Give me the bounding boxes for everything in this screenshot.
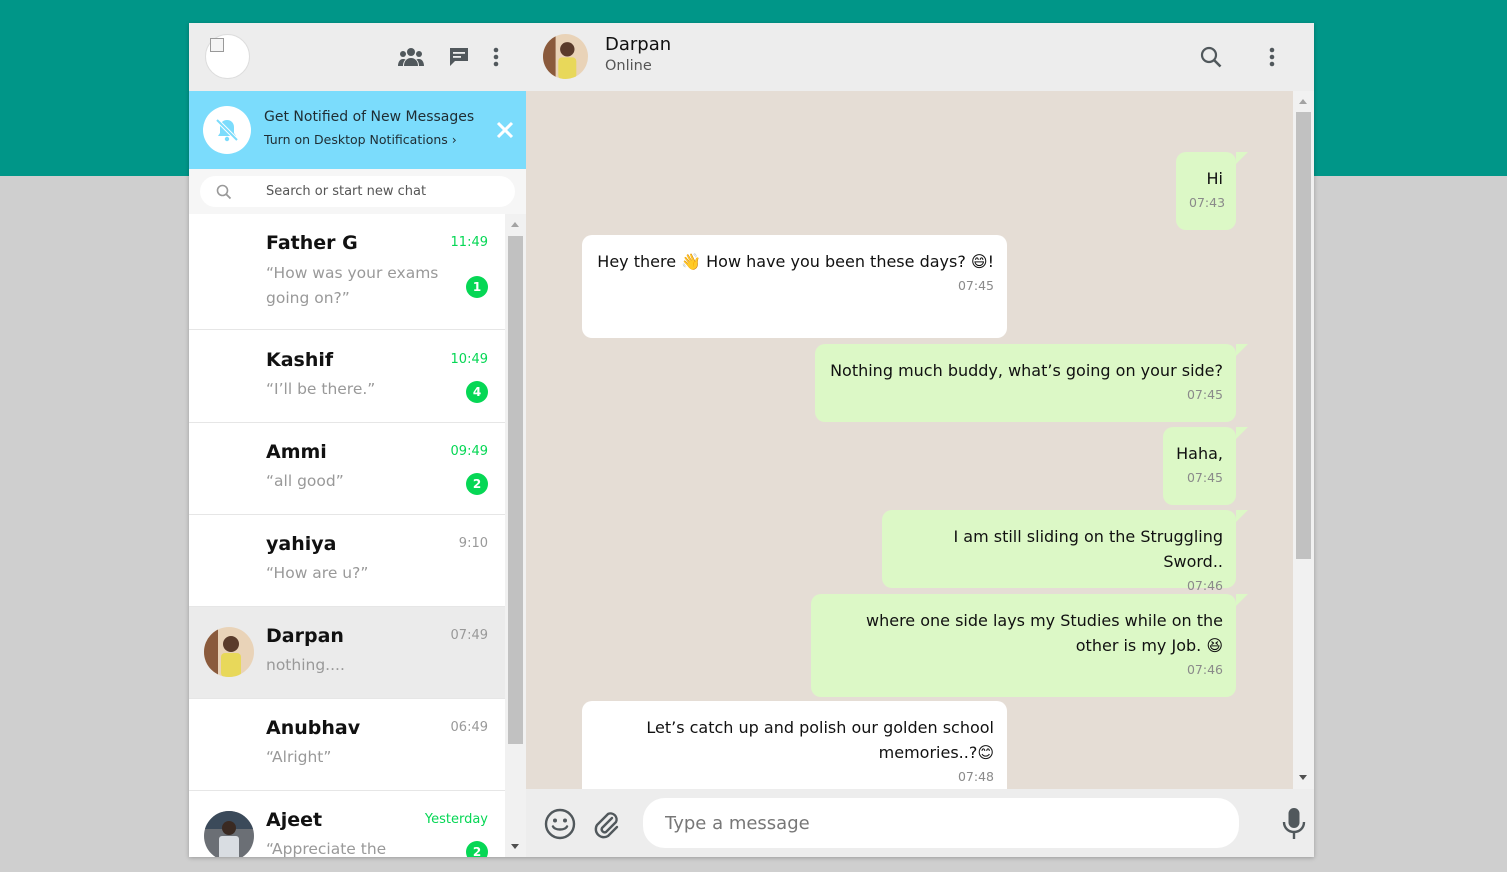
contact-status: Online	[605, 58, 652, 74]
chat-item-ammi[interactable]: Ammi 09:49 “all good” 2	[189, 423, 505, 515]
chat-time: Yesterday	[424, 812, 488, 827]
scroll-down-icon[interactable]	[511, 844, 519, 849]
message-text: Let’s catch up and polish our golden sch…	[646, 718, 994, 762]
unread-badge: 2	[466, 473, 488, 495]
community-icon[interactable]	[397, 43, 425, 71]
message-text: where one side lays my Studies while on …	[866, 611, 1223, 655]
message-text: Nothing much buddy, what’s going on your…	[830, 361, 1223, 380]
contact-name[interactable]: Darpan	[605, 34, 671, 55]
unread-badge: 2	[466, 841, 488, 857]
search-bar	[189, 169, 526, 214]
message-time: 07:46	[1186, 662, 1223, 677]
microphone-icon[interactable]	[1277, 807, 1311, 841]
chat-last-message: “all good”	[266, 472, 344, 490]
chat-name: Ajeet	[266, 809, 323, 831]
message-time: 07:43	[1189, 195, 1226, 210]
chat-time: 07:49	[450, 628, 488, 643]
chat-time: 11:49	[450, 235, 488, 250]
scroll-up-icon[interactable]	[1299, 99, 1307, 104]
unread-badge: 1	[466, 276, 488, 298]
sidebar: Get Notified of New Messages Turn on Des…	[189, 23, 526, 857]
new-chat-icon[interactable]	[445, 43, 473, 71]
chat-name: Kashif	[266, 349, 334, 371]
message-input-box	[643, 798, 1239, 848]
conversation-header: Darpan Online	[526, 23, 1314, 91]
chat-name: Darpan	[266, 625, 344, 647]
chat-item-anubhav[interactable]: Anubhav 06:49 “Alright”	[189, 699, 505, 791]
message-input[interactable]	[665, 798, 1225, 848]
my-avatar[interactable]	[205, 34, 250, 79]
chat-last-message: “Appreciate the mome..”	[266, 840, 387, 857]
message-bubble-outgoing: Nothing much buddy, what’s going on your…	[815, 344, 1248, 422]
chat-item-darpan[interactable]: Darpan 07:49 nothing....	[189, 607, 505, 699]
scroll-up-icon[interactable]	[511, 222, 519, 227]
close-icon[interactable]	[494, 119, 516, 141]
chat-list-scrollbar[interactable]	[505, 214, 526, 857]
chat-last-message: nothing....	[266, 656, 345, 674]
message-time: 07:45	[1186, 470, 1223, 485]
notification-banner: Get Notified of New Messages Turn on Des…	[189, 91, 526, 169]
scroll-down-icon[interactable]	[1299, 775, 1307, 780]
chat-time: 06:49	[450, 720, 488, 735]
search-icon[interactable]	[1197, 43, 1225, 71]
scrollbar-thumb[interactable]	[508, 236, 523, 744]
contact-avatar[interactable]	[543, 34, 588, 79]
message-bubble-outgoing: Hi 07:43	[1176, 152, 1248, 230]
whatsapp-window: Get Notified of New Messages Turn on Des…	[189, 23, 1314, 857]
attach-icon[interactable]	[589, 807, 623, 841]
scrollbar-thumb[interactable]	[1296, 112, 1311, 559]
message-bubble-incoming: Let’s catch up and polish our golden sch…	[582, 701, 1007, 789]
message-bubble-outgoing: I am still sliding on the Struggling Swo…	[882, 510, 1248, 593]
chat-item-ajeet[interactable]: Ajeet Yesterday “Appreciate the mome..” …	[189, 791, 505, 857]
chat-name: Anubhav	[266, 717, 361, 739]
menu-icon[interactable]	[1258, 43, 1286, 71]
message-bubble-incoming: Hey there 👋 How have you been these days…	[582, 235, 1007, 338]
message-area: Hi 07:43 Hey there 👋 How have you been t…	[526, 91, 1293, 789]
notification-title: Get Notified of New Messages	[264, 109, 475, 125]
message-bubble-outgoing: Haha, 07:45	[1163, 427, 1248, 505]
notification-link[interactable]: Turn on Desktop Notifications ›	[264, 132, 457, 147]
menu-icon[interactable]	[482, 43, 510, 71]
chat-list: Father G 11:49 “How was your exams going…	[189, 214, 505, 857]
chat-item-father-g[interactable]: Father G 11:49 “How was your exams going…	[189, 214, 505, 330]
message-area-scrollbar[interactable]	[1293, 91, 1314, 789]
chat-item-kashif[interactable]: Kashif 10:49 “I’ll be there.” 4	[189, 331, 505, 423]
message-text: Hey there 👋 How have you been these days…	[597, 252, 994, 271]
chat-name: Ammi	[266, 441, 327, 463]
message-bubble-outgoing: where one side lays my Studies while on …	[811, 594, 1248, 697]
message-time: 07:48	[957, 769, 994, 784]
chat-time: 9:10	[458, 536, 488, 551]
message-time: 07:45	[1186, 387, 1223, 402]
chat-last-message: “Alright”	[266, 748, 332, 766]
message-text: Haha,	[1176, 444, 1223, 463]
search-input[interactable]	[266, 176, 506, 207]
search-box	[200, 176, 515, 207]
message-time: 07:45	[957, 278, 994, 293]
conversation-panel: Darpan Online Hi 07:43 Hey there 👋 How h…	[526, 23, 1314, 857]
chat-time: 09:49	[450, 444, 488, 459]
chat-name: yahiya	[266, 533, 337, 555]
avatar	[204, 811, 254, 857]
message-text: I am still sliding on the Struggling Swo…	[953, 527, 1223, 571]
message-text: Hi	[1206, 169, 1223, 188]
message-time: 07:46	[1186, 578, 1223, 593]
bell-off-icon	[203, 106, 251, 154]
chat-time: 10:49	[450, 352, 488, 367]
avatar	[204, 627, 254, 677]
chat-last-message: “How are u?”	[266, 564, 369, 582]
message-composer	[526, 789, 1314, 857]
emoji-icon[interactable]	[543, 807, 577, 841]
chat-name: Father G	[266, 232, 358, 254]
sidebar-header	[189, 23, 526, 91]
chat-item-yahiya[interactable]: yahiya 9:10 “How are u?”	[189, 515, 505, 607]
chat-last-message: “I’ll be there.”	[266, 380, 376, 398]
search-icon	[216, 184, 232, 204]
unread-badge: 4	[466, 381, 488, 403]
chat-last-message: “How was your exams going on?”	[266, 264, 439, 307]
broken-image-icon	[210, 38, 224, 52]
